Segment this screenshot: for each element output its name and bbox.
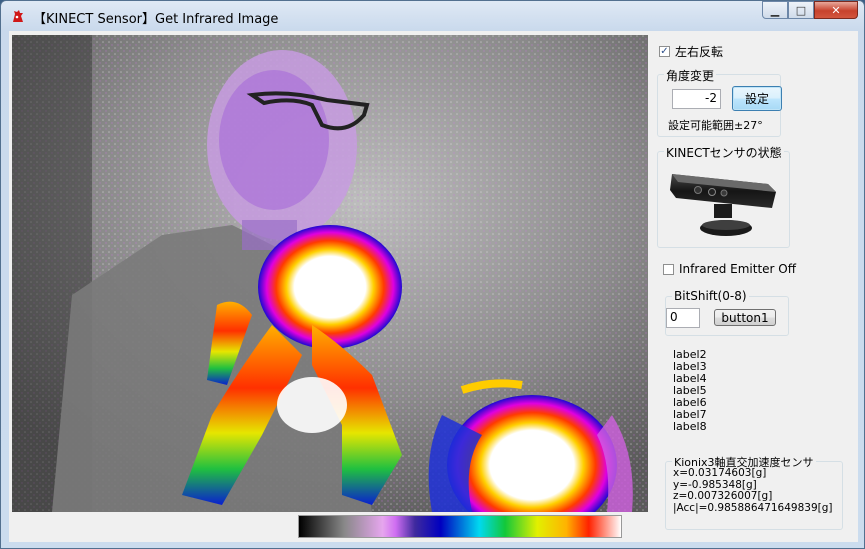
sensor-status-group: KINECTセンサの状態 bbox=[657, 144, 790, 248]
infrared-image-graphic bbox=[12, 35, 648, 512]
accelerometer-values: x=0.03174603[g] y=-0.985348[g] z=0.00732… bbox=[673, 467, 833, 514]
minimize-button[interactable]: ▁ bbox=[762, 1, 788, 19]
mirror-checkbox-label: 左右反転 bbox=[675, 45, 724, 59]
emitter-checkbox[interactable] bbox=[663, 263, 674, 275]
close-button[interactable]: ✕ bbox=[814, 1, 858, 19]
angle-group-title: 角度変更 bbox=[664, 67, 717, 84]
accel-z: z=0.007326007[g] bbox=[673, 490, 773, 502]
angle-group: 角度変更 -2 設定 設定可能範囲±27° bbox=[657, 67, 782, 137]
infrared-image bbox=[12, 35, 648, 512]
accel-magnitude: |Acc|=0.985886471649839[g] bbox=[673, 501, 833, 514]
bitshift-group: BitShift(0-8) 0 button1 bbox=[665, 289, 789, 336]
client-area: ✓ 左右反転 角度変更 -2 設定 設定可能範囲±27° KINECTセンサの状… bbox=[9, 31, 858, 542]
kinect-app-icon bbox=[13, 10, 23, 22]
title-bar[interactable]: 【KINECT Sensor】Get Infrared Image ▁ □ ✕ bbox=[1, 1, 864, 31]
colormap-legend-bar bbox=[298, 515, 622, 538]
window-title: 【KINECT Sensor】Get Infrared Image bbox=[33, 12, 279, 27]
label-list: label2 label3 label4 label5 label6 label… bbox=[673, 349, 707, 433]
accel-x: x=0.03174603[g] bbox=[673, 467, 767, 479]
bitshift-input[interactable]: 0 bbox=[666, 308, 700, 328]
emitter-checkbox-row[interactable]: Infrared Emitter Off bbox=[663, 262, 796, 276]
kinect-sensor-image bbox=[670, 174, 776, 236]
label-8: label8 bbox=[673, 420, 707, 433]
angle-range-text: 設定可能範囲±27° bbox=[668, 119, 763, 132]
emitter-checkbox-label: Infrared Emitter Off bbox=[679, 262, 796, 276]
control-panel: ✓ 左右反転 角度変更 -2 設定 設定可能範囲±27° KINECTセンサの状… bbox=[653, 31, 858, 542]
maximize-button[interactable]: □ bbox=[788, 1, 814, 19]
angle-input[interactable]: -2 bbox=[672, 89, 721, 109]
mirror-checkbox-row[interactable]: ✓ 左右反転 bbox=[659, 43, 723, 60]
app-window: 【KINECT Sensor】Get Infrared Image ▁ □ ✕ bbox=[0, 0, 865, 549]
bitshift-group-title: BitShift(0-8) bbox=[672, 289, 749, 303]
sensor-status-title: KINECTセンサの状態 bbox=[664, 144, 784, 161]
set-angle-button[interactable]: 設定 bbox=[732, 86, 782, 111]
mirror-checkbox[interactable]: ✓ bbox=[659, 46, 670, 57]
bitshift-button[interactable]: button1 bbox=[714, 309, 776, 326]
